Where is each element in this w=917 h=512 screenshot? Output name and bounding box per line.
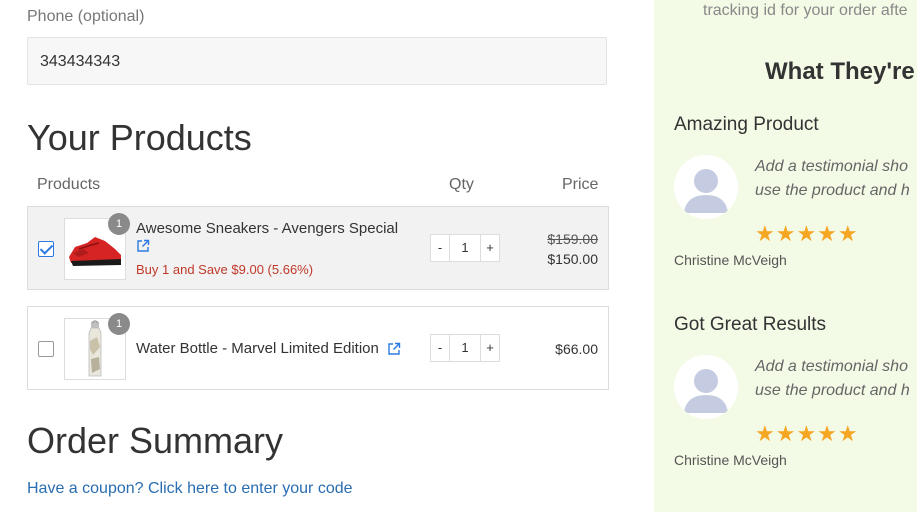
qty-decrease-button[interactable]: -: [430, 234, 450, 262]
testimonial-text: Add a testimonial sho use the product an…: [755, 355, 910, 403]
your-products-title: Your Products: [27, 117, 252, 158]
product-row[interactable]: 1 Awesome Sneakers - Avengers Special Bu…: [27, 206, 609, 290]
sale-price: $150.00: [547, 251, 598, 267]
product-name: Awesome Sneakers - Avengers Special: [136, 220, 398, 254]
qty-column-header: Qty: [449, 176, 474, 193]
testimonial-text: Add a testimonial sho use the product an…: [755, 155, 910, 203]
coupon-link[interactable]: Have a coupon? Click here to enter your …: [27, 480, 353, 498]
star-rating: ★★★★★: [755, 221, 859, 246]
product-name-text: Water Bottle - Marvel Limited Edition: [136, 340, 379, 357]
price-column-header: Price: [562, 176, 599, 193]
quantity-badge: 1: [108, 313, 130, 335]
qty-increase-button[interactable]: +: [480, 334, 500, 362]
user-silhouette-icon: [674, 155, 738, 219]
avatar: [674, 155, 738, 219]
quantity-stepper[interactable]: - 1 +: [430, 234, 502, 262]
avatar: [674, 355, 738, 419]
qty-decrease-button[interactable]: -: [430, 334, 450, 362]
tracking-text: tracking id for your order afte: [703, 2, 908, 19]
testimonial-title: Amazing Product: [674, 114, 819, 135]
product-row[interactable]: 1 Water Bottle - Marvel Limited Edition …: [27, 306, 609, 390]
product-select-checkbox[interactable]: [38, 241, 54, 257]
testimonial-text-line: Add a testimonial sho: [755, 158, 908, 175]
testimonial-text-line: use the product and h: [755, 382, 910, 399]
testimonials-heading: What They're: [765, 58, 915, 85]
qty-increase-button[interactable]: +: [480, 234, 500, 262]
testimonial-text-line: Add a testimonial sho: [755, 358, 908, 375]
product-select-checkbox[interactable]: [38, 341, 54, 357]
testimonial-title: Got Great Results: [674, 314, 827, 335]
checkout-form: Phone (optional) 343434343 Your Products…: [0, 0, 650, 512]
external-link-icon[interactable]: [387, 342, 401, 356]
product-name-text: Awesome Sneakers - Avengers Special: [136, 220, 399, 237]
qty-value[interactable]: 1: [450, 234, 480, 262]
product-name: Water Bottle - Marvel Limited Edition: [136, 340, 401, 357]
testimonials-sidebar: tracking id for your order afte What The…: [654, 0, 917, 512]
original-price: $159.00: [547, 231, 598, 247]
testimonial-text-line: use the product and h: [755, 182, 910, 199]
testimonial-author: Christine McVeigh: [674, 452, 787, 468]
external-link-icon[interactable]: [136, 239, 150, 253]
products-column-header: Products: [37, 176, 101, 193]
quantity-stepper[interactable]: - 1 +: [430, 334, 502, 362]
star-rating: ★★★★★: [755, 421, 859, 446]
savings-text: Buy 1 and Save $9.00 (5.66%): [136, 262, 314, 277]
quantity-badge: 1: [108, 213, 130, 235]
qty-value[interactable]: 1: [450, 334, 480, 362]
phone-input[interactable]: 343434343: [27, 37, 607, 85]
phone-label: Phone (optional): [27, 8, 145, 25]
testimonial-author: Christine McVeigh: [674, 252, 787, 268]
product-price: $66.00: [555, 341, 598, 357]
user-silhouette-icon: [674, 355, 738, 419]
order-summary-title: Order Summary: [27, 420, 284, 461]
